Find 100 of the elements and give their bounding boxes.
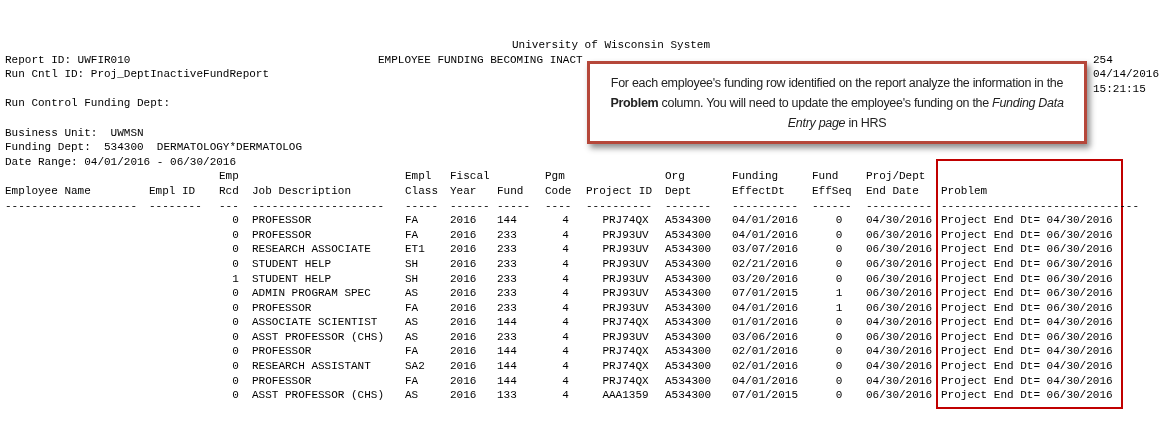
table-cell: 2016 xyxy=(450,227,477,243)
table-cell: PRJ93UV xyxy=(602,286,649,301)
table-cell: 0 xyxy=(232,286,239,301)
table-cell: A534300 xyxy=(665,329,712,345)
table-cell: 0 xyxy=(232,373,239,389)
table-cell: 2016 xyxy=(450,271,477,287)
table-cell: 4 xyxy=(562,388,569,403)
table-cell: Project End Dt= 06/30/2016 xyxy=(941,271,1113,287)
table-cell: Project End Dt= 04/30/2016 xyxy=(941,344,1113,360)
table-cell: 4 xyxy=(562,329,569,345)
table-cell: 04/30/2016 xyxy=(866,315,932,330)
table-cell: 04/01/2016 xyxy=(732,300,798,316)
column-rule: ------ xyxy=(450,198,490,214)
table-cell: 4 xyxy=(562,300,569,316)
table-cell: 4 xyxy=(562,359,569,374)
table-cell: 03/06/2016 xyxy=(732,329,798,345)
table-cell: 2016 xyxy=(450,373,477,389)
table-cell: FA xyxy=(405,300,419,316)
table-cell: PRJ74QX xyxy=(602,315,649,330)
table-cell: 06/30/2016 xyxy=(866,227,932,243)
table-cell: 04/30/2016 xyxy=(866,213,932,228)
table-cell: A534300 xyxy=(665,286,712,301)
table-cell: 02/01/2016 xyxy=(732,344,798,360)
table-cell: A534300 xyxy=(665,271,712,287)
report-heading: University of Wisconsin System xyxy=(512,38,711,53)
table-cell: RESEARCH ASSISTANT xyxy=(252,359,371,374)
run-time: 15:21:15 xyxy=(1093,81,1146,97)
table-cell: Project End Dt= 04/30/2016 xyxy=(941,373,1113,389)
table-cell: STUDENT HELP xyxy=(252,271,332,287)
table-cell: 06/30/2016 xyxy=(866,388,932,403)
table-cell: A534300 xyxy=(665,315,712,330)
table-cell: 07/01/2015 xyxy=(732,286,798,301)
table-cell: 2016 xyxy=(450,359,477,374)
table-cell: 0 xyxy=(835,329,843,345)
column-header: Empl xyxy=(405,169,432,184)
table-cell: 133 xyxy=(497,388,517,403)
table-cell: 04/30/2016 xyxy=(866,359,932,374)
table-cell: 233 xyxy=(497,242,517,257)
table-cell: PRJ74QX xyxy=(602,213,649,228)
column-rule: ------ xyxy=(812,198,852,214)
date-range: Date Range: 04/01/2016 - 06/30/2016 xyxy=(5,154,237,170)
column-header: Fiscal xyxy=(450,169,490,184)
table-cell: PROFESSOR xyxy=(252,373,312,389)
table-cell: 06/30/2016 xyxy=(866,286,932,301)
table-cell: 0 xyxy=(835,359,843,374)
column-header: Problem xyxy=(941,183,988,199)
table-cell: 0 xyxy=(835,227,843,243)
table-cell: 0 xyxy=(232,344,239,360)
table-cell: ASST PROFESSOR (CHS) xyxy=(252,329,385,345)
column-rule: ---------- xyxy=(866,198,932,214)
table-cell: A534300 xyxy=(665,213,712,228)
table-cell: 0 xyxy=(232,300,239,316)
table-cell: PRJ74QX xyxy=(602,359,649,374)
table-cell: 0 xyxy=(232,388,239,403)
table-cell: PRJ93UV xyxy=(602,271,649,287)
table-cell: 06/30/2016 xyxy=(866,300,932,316)
table-cell: 06/30/2016 xyxy=(866,329,932,345)
column-rule: ---------- xyxy=(732,198,798,214)
table-cell: 0 xyxy=(835,373,843,389)
table-cell: AS xyxy=(405,315,419,330)
table-cell: 2016 xyxy=(450,329,477,345)
report-title: EMPLOYEE FUNDING BECOMING INACT xyxy=(378,53,583,66)
table-cell: 0 xyxy=(232,315,239,330)
table-cell: 01/01/2016 xyxy=(732,315,798,330)
table-cell: ADMIN PROGRAM SPEC xyxy=(252,286,371,301)
table-cell: 4 xyxy=(562,373,569,389)
table-cell: 144 xyxy=(497,315,517,330)
table-cell: AAA1359 xyxy=(602,388,649,403)
table-cell: PROFESSOR xyxy=(252,344,312,360)
table-cell: 233 xyxy=(497,256,517,272)
column-header: Proj/Dept xyxy=(866,169,926,184)
table-cell: 0 xyxy=(835,213,843,228)
table-cell: A534300 xyxy=(665,242,712,257)
table-cell: SH xyxy=(405,256,419,272)
run-control-funding-dept: Run Control Funding Dept: xyxy=(5,96,171,111)
table-cell: 4 xyxy=(562,213,569,228)
table-cell: AS xyxy=(405,329,419,345)
table-cell: ASST PROFESSOR (CHS) xyxy=(252,388,385,403)
column-header: Dept xyxy=(665,183,692,199)
table-cell: Project End Dt= 04/30/2016 xyxy=(941,359,1113,374)
table-cell: 4 xyxy=(562,344,569,360)
page-number: 254 xyxy=(1093,52,1113,68)
column-header: Rcd xyxy=(219,183,239,199)
table-cell: 2016 xyxy=(450,242,477,257)
table-cell: ASSOCIATE SCIENTIST xyxy=(252,315,378,330)
table-cell: A534300 xyxy=(665,256,712,272)
callout-text: For each employee's funding row identified on the report analyze the information in the Problem column. You will need to update the employee's funding on the Funding Data Entry page in HRS xyxy=(609,74,1065,132)
table-cell: A534300 xyxy=(665,344,712,360)
column-header: Funding xyxy=(732,169,779,184)
table-cell: 144 xyxy=(497,213,517,228)
column-rule: ---- xyxy=(545,198,572,214)
table-cell: 0 xyxy=(232,256,239,272)
table-cell: 233 xyxy=(497,329,517,345)
column-header: EffSeq xyxy=(812,183,852,199)
table-cell: 4 xyxy=(562,227,569,243)
table-cell: 04/30/2016 xyxy=(866,344,932,360)
table-cell: 0 xyxy=(835,315,843,330)
table-cell: FA xyxy=(405,373,419,389)
table-cell: 04/01/2016 xyxy=(732,227,798,243)
table-cell: RESEARCH ASSOCIATE xyxy=(252,242,371,257)
